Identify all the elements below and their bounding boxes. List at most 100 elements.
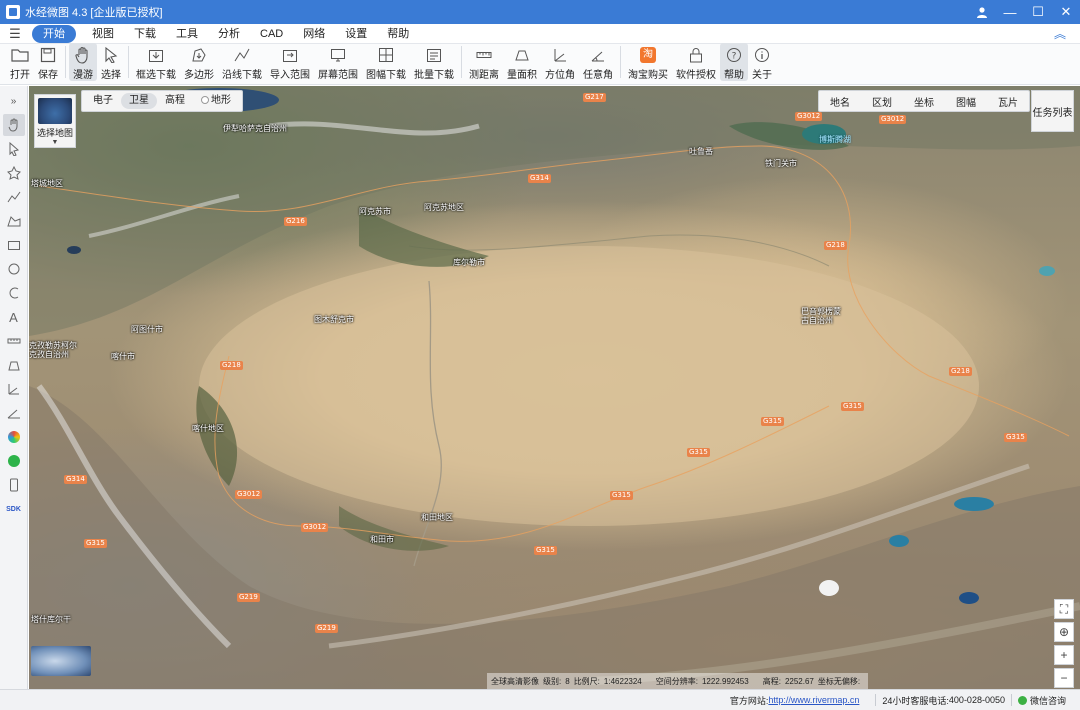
place-label: 喀什市 (111, 352, 135, 361)
save-button[interactable]: 保存 (34, 43, 62, 81)
area-icon (513, 46, 531, 64)
import-range-button[interactable]: 导入范围 (266, 43, 314, 81)
left-tool-panel: » A SDK (0, 86, 28, 689)
menu-cad[interactable]: CAD (250, 25, 293, 43)
license-button[interactable]: 软件授权 (672, 43, 720, 81)
layer-place-names[interactable]: 地名 (819, 94, 861, 109)
menu-download[interactable]: 下载 (124, 25, 166, 43)
fullscreen-icon[interactable]: ⛶ (1054, 599, 1074, 619)
road-shield: G314 (528, 174, 551, 183)
user-icon[interactable] (968, 0, 996, 24)
any-angle-button[interactable]: 任意角 (579, 43, 617, 81)
place-label: 阿图什市 (131, 325, 163, 334)
cursor-icon (102, 46, 120, 64)
menu-tools[interactable]: 工具 (166, 25, 208, 43)
toolbar: 打开 保存 漫游 选择 框选下载 多边形 沿线下载 导入范围 屏幕范围 图幅下载… (0, 43, 1080, 85)
layer-tiles[interactable]: 瓦片 (987, 94, 1029, 109)
menu-settings[interactable]: 设置 (335, 25, 377, 43)
layer-sheets[interactable]: 图幅 (945, 94, 987, 109)
select-button[interactable]: 选择 (97, 43, 125, 81)
road-shield: G3012 (795, 112, 823, 121)
roam-button[interactable]: 漫游 (69, 43, 97, 81)
road-shield: G219 (315, 624, 338, 633)
line-download-button[interactable]: 沿线下载 (218, 43, 266, 81)
tab-electronic[interactable]: 电子 (85, 93, 121, 109)
maximize-button[interactable]: ☐ (1024, 0, 1052, 24)
pan-hand-icon[interactable] (2, 114, 25, 136)
screen-range-button[interactable]: 屏幕范围 (314, 43, 362, 81)
zoom-in-button[interactable]: + (1054, 645, 1074, 665)
expand-panel-icon[interactable]: » (3, 90, 25, 112)
add-text-icon[interactable]: A (3, 306, 25, 328)
draw-polygon-icon[interactable] (3, 210, 25, 232)
taobao-icon: 淘 (639, 46, 657, 64)
polygon-button[interactable]: 多边形 (180, 43, 218, 81)
zoom-out-button[interactable]: − (1054, 668, 1074, 688)
map-view[interactable]: G217 G3012 G3012 G314 G216 G218 G218 G21… (29, 86, 1080, 689)
tab-elevation[interactable]: 高程 (157, 93, 193, 109)
tab-terrain[interactable]: 地形 (193, 93, 239, 109)
locate-icon[interactable]: ⊕ (1054, 622, 1074, 642)
grid-sheet-icon (377, 46, 395, 64)
road-shield: G315 (610, 491, 633, 500)
place-label: 和田地区 (421, 513, 453, 522)
zoom-level: 8 (565, 676, 570, 686)
help-icon: ? (725, 46, 743, 64)
layer-coordinates[interactable]: 坐标 (903, 94, 945, 109)
layer-divisions[interactable]: 区划 (861, 94, 903, 109)
pointer-icon[interactable] (3, 138, 25, 160)
about-button[interactable]: 关于 (748, 43, 776, 81)
close-button[interactable]: ✕ (1052, 0, 1080, 24)
box-download-icon (147, 46, 165, 64)
menu-start[interactable]: 开始 (32, 24, 76, 43)
hand-icon (74, 46, 92, 64)
collapse-ribbon-icon[interactable]: ︽ (1054, 25, 1066, 42)
green-plugin-icon[interactable] (3, 450, 25, 472)
select-map-button[interactable]: 选择地图 ▼ (34, 94, 76, 148)
taobao-buy-button[interactable]: 淘 淘宝购买 (624, 43, 672, 81)
task-list-button[interactable]: 任务列表 (1031, 90, 1074, 132)
measure-area-icon[interactable] (3, 354, 25, 376)
menu-network[interactable]: 网络 (293, 25, 335, 43)
road-shield: G315 (84, 539, 107, 548)
tab-satellite[interactable]: 卫星 (121, 93, 157, 109)
menu-help[interactable]: 帮助 (377, 25, 419, 43)
draw-arc-icon[interactable] (3, 282, 25, 304)
draw-line-icon[interactable] (3, 186, 25, 208)
measure-distance-icon[interactable] (3, 330, 25, 352)
draw-rectangle-icon[interactable] (3, 234, 25, 256)
help-button[interactable]: ? 帮助 (720, 43, 748, 81)
azimuth-button[interactable]: 方位角 (541, 43, 579, 81)
lock-icon (687, 46, 705, 64)
batch-download-icon (425, 46, 443, 64)
draw-circle-icon[interactable] (3, 258, 25, 280)
box-download-button[interactable]: 框选下载 (132, 43, 180, 81)
batch-download-button[interactable]: 批量下载 (410, 43, 458, 81)
hamburger-menu-icon[interactable]: ☰ (4, 26, 26, 42)
monitor-icon (329, 46, 347, 64)
wechat-consult-link[interactable]: 微信咨询 (1030, 694, 1066, 707)
scale-value: 1:4622324 (603, 676, 642, 686)
measure-area-button[interactable]: 量面积 (503, 43, 541, 81)
open-button[interactable]: 打开 (6, 43, 34, 81)
sheet-download-button[interactable]: 图幅下载 (362, 43, 410, 81)
overview-map[interactable] (31, 646, 91, 676)
sdk-icon[interactable]: SDK (3, 498, 25, 520)
angle-tool-icon[interactable] (3, 402, 25, 424)
measure-distance-button[interactable]: 测距离 (465, 43, 503, 81)
colorful-globe-icon[interactable] (3, 426, 25, 448)
place-label: 铁门关市 (765, 159, 797, 168)
menu-analysis[interactable]: 分析 (208, 25, 250, 43)
svg-text:?: ? (732, 52, 737, 62)
minimize-button[interactable]: — (996, 0, 1024, 24)
info-icon (753, 46, 771, 64)
marker-point-icon[interactable] (3, 162, 25, 184)
title-bar: 水经微图 4.3 [企业版已授权] — ☐ ✕ (0, 0, 1080, 24)
import-icon (281, 46, 299, 64)
website-link[interactable]: http://www.rivermap.cn (768, 695, 859, 705)
azimuth-tool-icon[interactable] (3, 378, 25, 400)
mobile-icon[interactable] (3, 474, 25, 496)
road-shield: G218 (220, 361, 243, 370)
menu-view[interactable]: 视图 (82, 25, 124, 43)
place-label: 吐鲁番 (689, 147, 713, 156)
